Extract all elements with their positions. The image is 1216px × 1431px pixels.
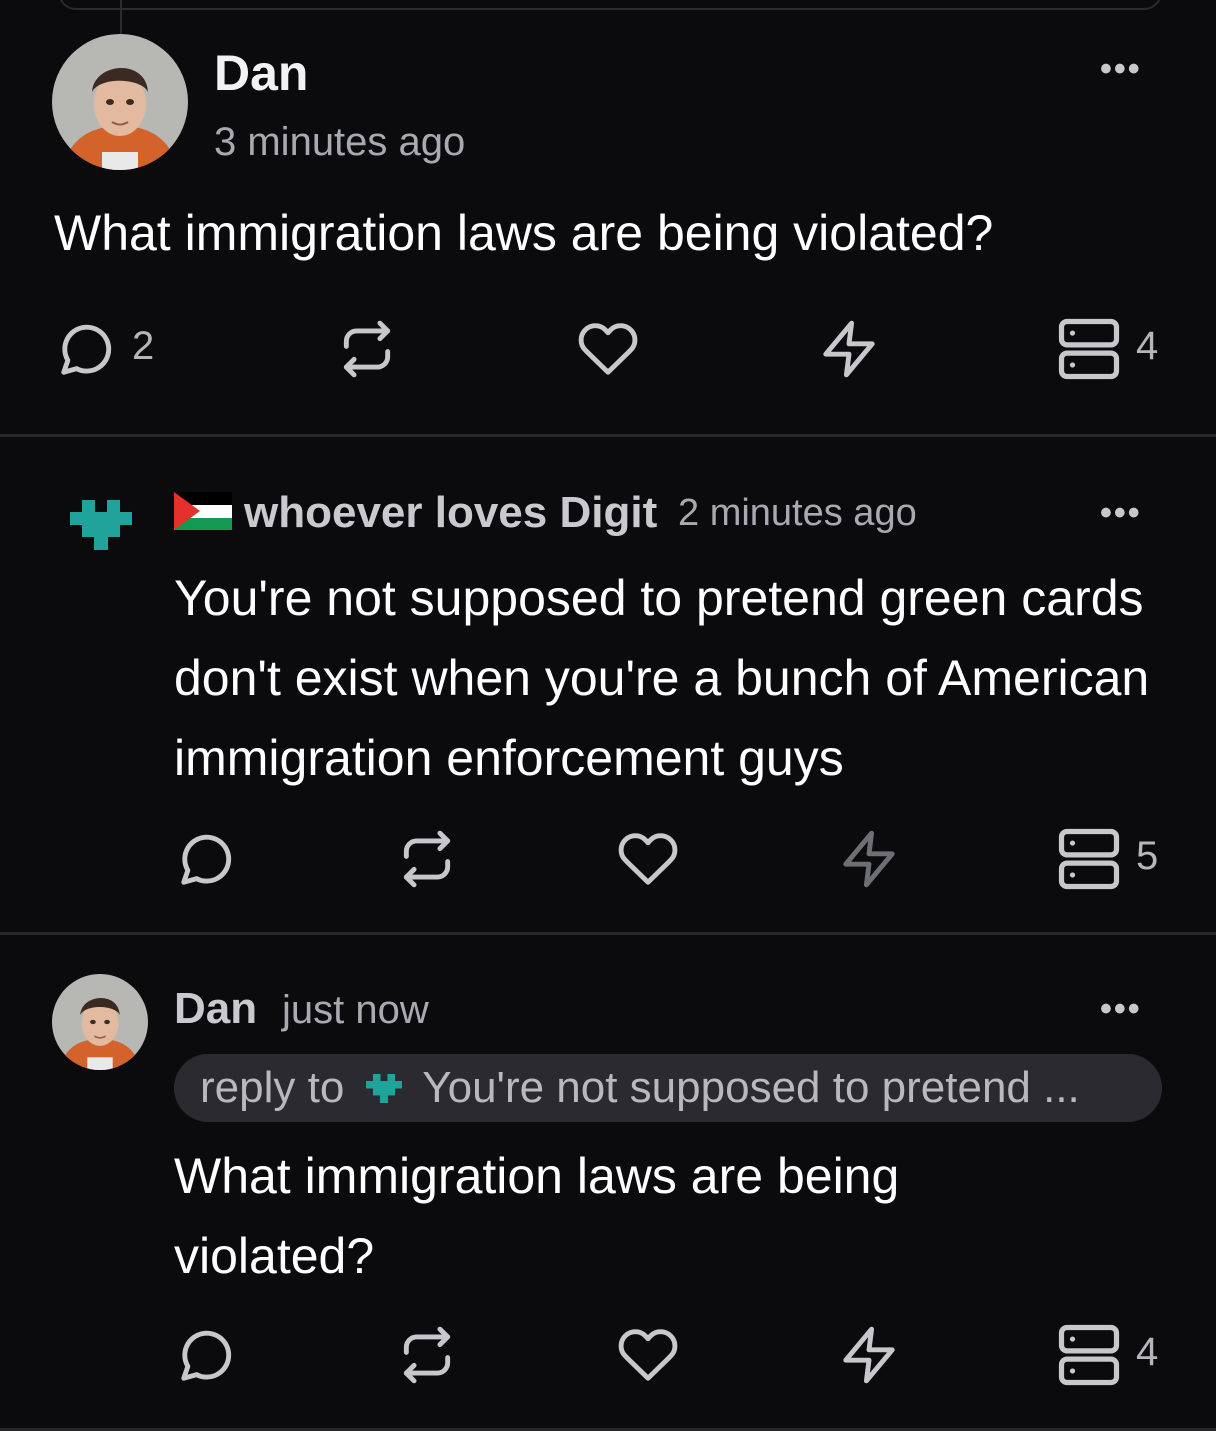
- stack-icon[interactable]: [1056, 316, 1122, 382]
- author-name[interactable]: Dan: [174, 984, 257, 1034]
- comment-icon[interactable]: [56, 318, 118, 380]
- heart-icon[interactable]: [616, 1324, 680, 1386]
- timestamp: 3 minutes ago: [214, 120, 466, 164]
- comment-icon[interactable]: [176, 828, 238, 890]
- more-icon[interactable]: •••: [1100, 496, 1142, 530]
- heart-icon[interactable]: [576, 318, 640, 380]
- comment-icon[interactable]: [176, 1324, 238, 1386]
- reply-to-pill[interactable]: reply to You're not supposed to pretend …: [174, 1054, 1162, 1122]
- lightning-icon[interactable]: [838, 1324, 900, 1386]
- timestamp: just now: [282, 988, 429, 1032]
- reply-to-label: reply to: [200, 1063, 345, 1112]
- more-icon[interactable]: •••: [1100, 992, 1142, 1026]
- repost-icon[interactable]: [396, 828, 458, 890]
- more-icon[interactable]: •••: [1100, 52, 1142, 86]
- stack-icon[interactable]: [1056, 1322, 1122, 1388]
- repost-icon[interactable]: [336, 318, 398, 380]
- heart-icon[interactable]: [616, 828, 680, 890]
- previous-post-frame: [58, 0, 1162, 10]
- pixel-heart-icon[interactable]: [70, 500, 132, 555]
- zap-count: 4: [1136, 324, 1159, 368]
- avatar[interactable]: [52, 974, 148, 1070]
- post-content: You're not supposed to pretend green car…: [174, 570, 1150, 786]
- post-content: What immigration laws are being violated…: [174, 1148, 900, 1284]
- reply-count: 2: [132, 324, 155, 368]
- zap-count: 5: [1136, 834, 1159, 878]
- stack-icon[interactable]: [1056, 826, 1122, 892]
- timestamp: 2 minutes ago: [678, 492, 917, 534]
- post-content: What immigration laws are being violated…: [54, 205, 994, 261]
- divider: [0, 932, 1216, 935]
- divider: [0, 434, 1216, 437]
- lightning-icon[interactable]: [838, 828, 900, 890]
- palestine-flag-icon: [174, 492, 232, 530]
- zap-count: 4: [1136, 1330, 1159, 1374]
- repost-icon[interactable]: [396, 1324, 458, 1386]
- pixel-heart-icon: [366, 1073, 403, 1103]
- lightning-icon[interactable]: [818, 318, 880, 380]
- reply-preview: You're not supposed to pretend ...: [422, 1063, 1080, 1112]
- author-name[interactable]: Dan: [214, 44, 308, 102]
- author-name[interactable]: whoever loves Digit: [244, 488, 657, 538]
- avatar[interactable]: [52, 34, 188, 170]
- thread-line: [120, 0, 122, 38]
